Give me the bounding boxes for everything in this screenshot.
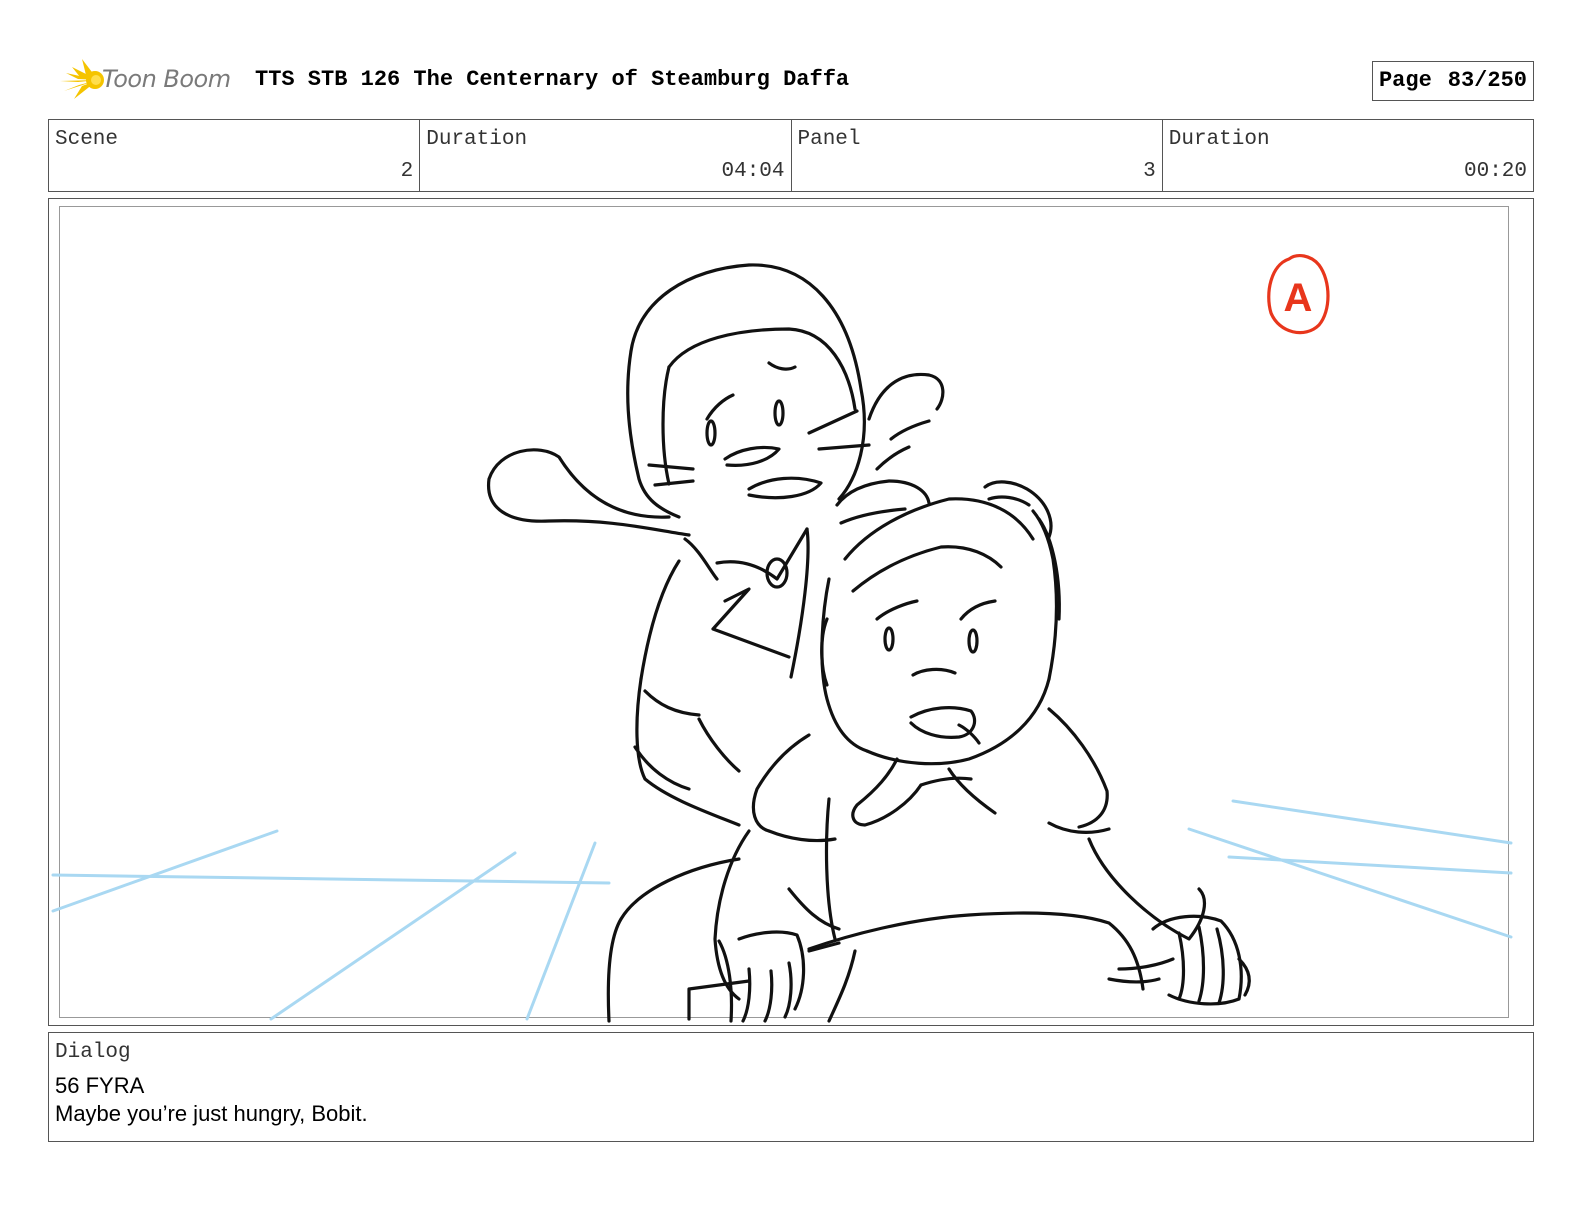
panel-info-row: Scene 2 Duration 04:04 Panel 3 Duration … [48,119,1534,192]
starburst-logo-icon [60,59,104,99]
toon-boom-logo: Toon Boom [50,55,240,105]
panel-duration-value: 00:20 [1463,160,1527,183]
storyboard-panel: A [48,198,1534,1026]
scene-label: Scene [55,128,119,151]
page-number: 83/250 [1447,68,1527,93]
character-sketch [487,263,1251,1023]
dialog-speaker: 56 FYRA [55,1073,145,1098]
dialog-line: Maybe you’re just hungry, Bobit. [55,1101,368,1126]
logo-text: Toon Boom [102,65,231,93]
panel-cell: Panel 3 [792,120,1163,191]
dialog-label: Dialog [55,1041,131,1064]
scene-duration-cell: Duration 04:04 [420,120,792,191]
scene-duration-label: Duration [426,128,528,151]
perspective-guide-lines [51,799,1513,1021]
panel-duration-label: Duration [1168,128,1270,151]
annotation-letter: A [1284,276,1313,320]
panel-sketch: A [51,254,1513,1023]
document-title: TTS STB 126 The Centernary of Steamburg … [255,67,850,92]
page-indicator: Page 83/250 [1371,61,1534,101]
storyboard-header: Toon Boom TTS STB 126 The Centernary of … [50,55,1534,105]
panel-duration-cell: Duration 00:20 [1163,120,1533,191]
dialog-box: Dialog 56 FYRA Maybe you’re just hungry,… [48,1032,1534,1142]
panel-value: 3 [1143,160,1156,183]
scene-value: 2 [400,160,414,183]
panel-label: Panel [797,128,861,151]
page-label: Page [1378,68,1432,93]
scene-cell: Scene 2 [49,120,421,191]
scene-duration-value: 04:04 [721,160,785,183]
